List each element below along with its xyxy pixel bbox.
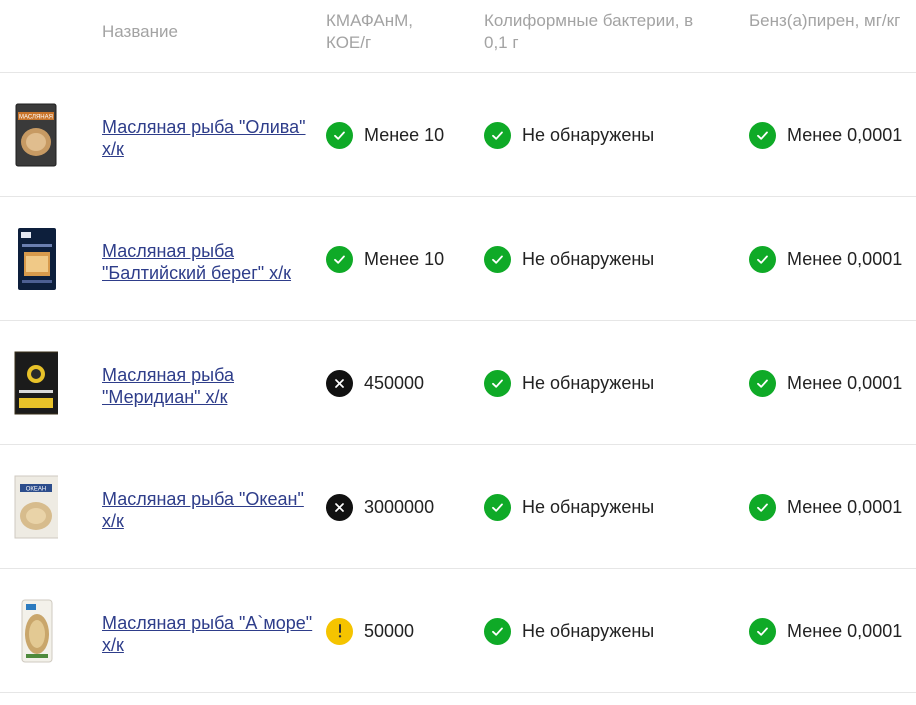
product-image[interactable]: ОКЕАН [14, 474, 58, 540]
coliform-value: Не обнаружены [522, 496, 655, 517]
coliform-value: Не обнаружены [522, 124, 655, 145]
check-icon [484, 369, 511, 397]
benzapyrene-cell: Менее 0,0001 [749, 493, 902, 521]
cross-icon [326, 493, 353, 521]
table-row: МАСЛЯНАЯ Масляная рыба "Олива" х/к Менее 1… [0, 73, 916, 197]
benzapyrene-value: Менее 0,0001 [787, 372, 903, 393]
check-icon [749, 493, 776, 521]
table-header: Название КМАФАнМ, КОЕ/г Колиформные бакт… [0, 0, 916, 73]
coliform-value: Не обнаружены [522, 372, 655, 393]
cross-icon [326, 369, 353, 397]
product-name-link[interactable]: Масляная рыба "Меридиан" х/к [102, 364, 317, 408]
table-row: Масляная рыба "Меридиан" х/к 450000 Не обн… [0, 321, 916, 445]
product-name-link[interactable]: Масляная рыба "Олива" х/к [102, 116, 317, 160]
check-icon [749, 245, 776, 273]
check-icon [484, 493, 511, 521]
header-coliform: Колиформные бактерии, в 0,1 г [484, 11, 694, 52]
coliform-cell: Не обнаружены [484, 121, 654, 149]
coliform-cell: Не обнаружены [484, 493, 654, 521]
kmafanm-value: Менее 10 [364, 124, 445, 145]
check-icon [484, 617, 511, 645]
table-body: МАСЛЯНАЯ Масляная рыба "Олива" х/к Менее 1… [0, 73, 916, 693]
kmafanm-cell: Менее 10 [326, 245, 444, 273]
product-image[interactable] [14, 350, 58, 416]
product-name-link[interactable]: Масляная рыба "Балтийский берег" х/к [102, 240, 317, 284]
table-row: Масляная рыба "А`море" х/к 50000 Не обнару… [0, 569, 916, 693]
benzapyrene-cell: Менее 0,0001 [749, 369, 902, 397]
benzapyrene-cell: Менее 0,0001 [749, 245, 902, 273]
thumb-label: ОКЕАН [26, 487, 47, 493]
results-table: Название КМАФАнМ, КОЕ/г Колиформные бакт… [0, 0, 916, 693]
check-icon [484, 245, 511, 273]
kmafanm-cell: Менее 10 [326, 121, 444, 149]
header-benzapyrene: Бенз(а)пирен, мг/кг [749, 11, 901, 30]
header-kmafanm: КМАФАнМ, КОЕ/г [326, 11, 414, 52]
exclamation-icon [326, 617, 353, 645]
coliform-value: Не обнаружены [522, 620, 655, 641]
check-icon [749, 369, 776, 397]
check-icon [749, 617, 776, 645]
kmafanm-cell: 450000 [326, 369, 424, 397]
benzapyrene-value: Менее 0,0001 [787, 124, 903, 145]
product-name-link[interactable]: Масляная рыба "Океан" х/к [102, 488, 317, 532]
kmafanm-value: 50000 [364, 620, 415, 641]
coliform-cell: Не обнаружены [484, 617, 654, 645]
table-row: ОКЕАН Масляная рыба "Океан" х/к 3000000 Не … [0, 445, 916, 569]
kmafanm-value: 3000000 [364, 496, 435, 517]
check-icon [326, 245, 353, 273]
coliform-cell: Не обнаружены [484, 245, 654, 273]
benzapyrene-value: Менее 0,0001 [787, 620, 903, 641]
benzapyrene-cell: Менее 0,0001 [749, 121, 902, 149]
thumb-label: МАСЛЯНАЯ [19, 115, 53, 121]
header-name: Название [102, 22, 178, 41]
product-image[interactable] [14, 226, 58, 292]
kmafanm-cell: 3000000 [326, 493, 434, 521]
check-icon [749, 121, 776, 149]
coliform-cell: Не обнаружены [484, 369, 654, 397]
benzapyrene-cell: Менее 0,0001 [749, 617, 902, 645]
product-image[interactable] [14, 598, 58, 664]
benzapyrene-value: Менее 0,0001 [787, 496, 903, 517]
coliform-value: Не обнаружены [522, 248, 655, 269]
table-row: Масляная рыба "Балтийский берег" х/к Мене… [0, 197, 916, 321]
kmafanm-value: Менее 10 [364, 248, 445, 269]
benzapyrene-value: Менее 0,0001 [787, 248, 903, 269]
kmafanm-cell: 50000 [326, 617, 414, 645]
check-icon [326, 121, 353, 149]
kmafanm-value: 450000 [364, 372, 425, 393]
product-image[interactable]: МАСЛЯНАЯ [14, 102, 58, 168]
product-name-link[interactable]: Масляная рыба "А`море" х/к [102, 612, 317, 656]
check-icon [484, 121, 511, 149]
